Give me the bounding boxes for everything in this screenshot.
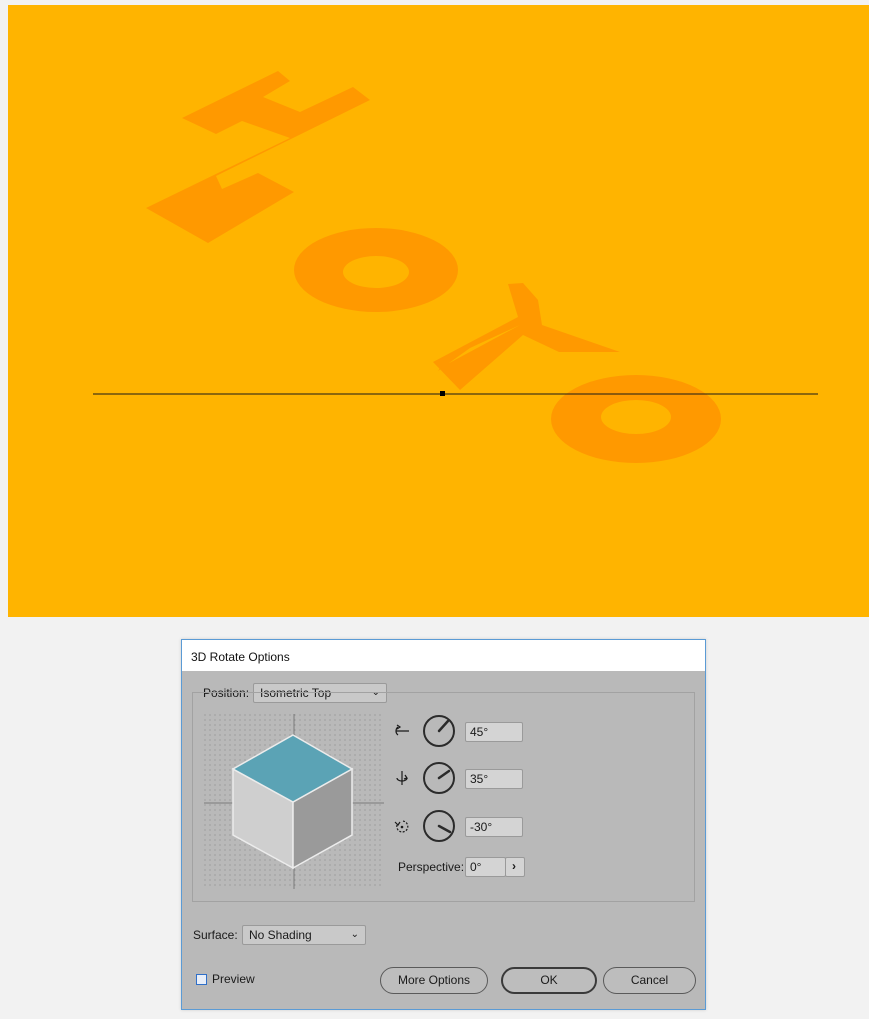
y-rotation-value: 35° bbox=[470, 772, 489, 786]
chevron-right-icon: › bbox=[512, 859, 516, 873]
z-rotation-field[interactable]: -30° bbox=[465, 817, 523, 837]
cube-rotation-track[interactable] bbox=[204, 714, 384, 894]
surface-select[interactable]: No Shading ⌄ bbox=[242, 925, 366, 945]
dialog-title: 3D Rotate Options bbox=[182, 640, 705, 671]
y-axis-rotation-icon bbox=[396, 771, 408, 785]
chevron-down-icon: ⌄ bbox=[350, 929, 359, 940]
z-axis-rotation-icon bbox=[394, 820, 409, 833]
rotate-options-dialog: 3D Rotate Options Position: Isometric To… bbox=[181, 639, 706, 1010]
preview-checkbox[interactable] bbox=[196, 974, 207, 985]
perspective-slider-button[interactable]: › bbox=[505, 857, 525, 877]
artboard-canvas[interactable] bbox=[8, 5, 869, 617]
x-rotation-dial[interactable] bbox=[422, 714, 456, 748]
x-rotation-field[interactable]: 45° bbox=[465, 722, 523, 742]
y-rotation-field[interactable]: 35° bbox=[465, 769, 523, 789]
surface-label: Surface: bbox=[193, 928, 238, 942]
artboard-svg bbox=[8, 5, 869, 617]
z-rotation-dial[interactable] bbox=[422, 809, 456, 843]
x-axis-rotation-icon bbox=[395, 724, 409, 736]
cancel-button[interactable]: Cancel bbox=[603, 967, 696, 994]
x-rotation-value: 45° bbox=[470, 725, 489, 739]
perspective-field[interactable]: 0° bbox=[465, 857, 506, 877]
z-rotation-value: -30° bbox=[470, 820, 493, 834]
anchor-point[interactable] bbox=[440, 391, 445, 396]
y-rotation-dial[interactable] bbox=[422, 761, 456, 795]
perspective-label: Perspective: bbox=[398, 860, 465, 874]
perspective-value: 0° bbox=[470, 860, 482, 874]
surface-select-value: No Shading bbox=[249, 928, 312, 942]
preview-label[interactable]: Preview bbox=[212, 972, 255, 986]
artboard-background bbox=[8, 5, 869, 617]
ok-button[interactable]: OK bbox=[501, 967, 597, 994]
more-options-button[interactable]: More Options bbox=[380, 967, 488, 994]
